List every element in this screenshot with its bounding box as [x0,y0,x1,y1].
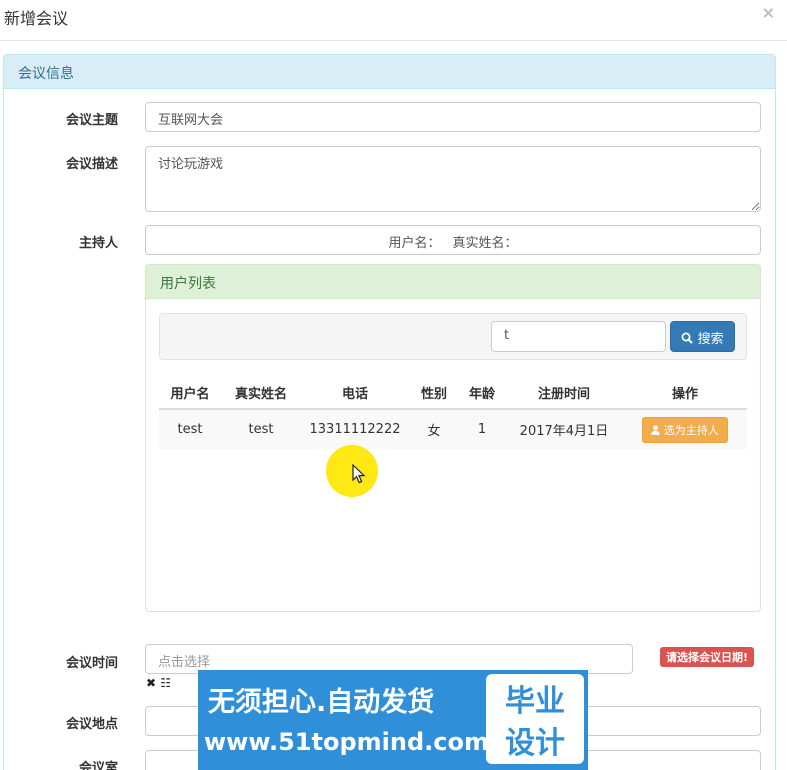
table-row: test test 13311112222 女 1 2017年4月1日 选为主持… [159,408,747,449]
watermark-slogan: 无须担心.自动发货 [208,687,435,718]
search-button[interactable]: 搜索 [670,321,735,352]
user-icon [651,424,660,435]
host-label: 主持人 [78,236,118,251]
cell-action: 选为主持人 [623,408,747,449]
col-username: 用户名 [159,377,221,410]
panel-heading: 会议信息 [4,55,775,89]
topic-label: 会议主题 [65,113,118,128]
topic-input[interactable]: 互联网大会 [145,102,761,132]
cell-gender: 女 [409,408,459,449]
mouse-pointer-icon [352,464,366,484]
select-host-button[interactable]: 选为主持人 [642,416,728,443]
time-label: 会议时间 [65,656,118,671]
desc-textarea[interactable]: 讨论玩游戏 [145,146,761,212]
cell-phone: 13311112222 [301,408,409,449]
col-phone: 电话 [301,377,409,410]
modal-title: 新增会议 [4,9,69,28]
search-bar: t 搜索 [159,313,747,360]
watermark-logo-line1: 毕业 [505,684,565,719]
host-field[interactable]: 用户名： 真实姓名： [145,225,761,255]
watermark-logo-box: 毕业 设计 [486,674,584,764]
user-list-panel: 用户列表 t 搜索 用户名 真实姓名 电话性别 年龄 注册时间 操作 test [145,264,761,612]
modal-header: 新增会议 × [0,0,787,41]
search-icon [681,332,694,344]
host-realname-label: 真实姓名： [452,236,518,251]
watermark-url: www.51topmind.com [204,728,489,756]
user-list-heading: 用户列表 [146,265,760,299]
room-label: 会议室 [78,761,118,770]
col-registered: 注册时间 [505,377,623,410]
time-tool-icons[interactable]: ✖ ☷ [146,676,171,690]
watermark-logo-line2: 设计 [505,726,565,761]
user-table: 用户名 真实姓名 电话 性别 年龄 注册时间 操作 test test 13311… [159,377,747,449]
col-gender: 性别 [409,377,459,410]
place-label: 会议地点 [65,717,118,732]
select-host-label: 选为主持人 [663,423,719,437]
search-button-label: 搜索 [697,332,724,347]
cell-age: 1 [459,408,505,449]
cell-realname: test [221,408,301,449]
watermark-banner: 无须担心.自动发货 www.51topmind.com 毕业 设计 [198,670,588,770]
col-realname: 真实姓名 [221,377,301,410]
cell-registered: 2017年4月1日 [505,408,623,449]
host-username-label: 用户名： [388,236,441,251]
table-header-row: 用户名 真实姓名 电话 性别 年龄 注册时间 操作 [159,377,747,410]
cell-username: test [159,408,221,449]
desc-label: 会议描述 [65,157,118,172]
col-action: 操作 [623,377,747,410]
time-error-badge: 请选择会议日期! [660,647,755,667]
search-input[interactable]: t [491,321,666,352]
close-icon[interactable]: × [762,3,775,22]
col-age: 年龄 [459,377,505,410]
